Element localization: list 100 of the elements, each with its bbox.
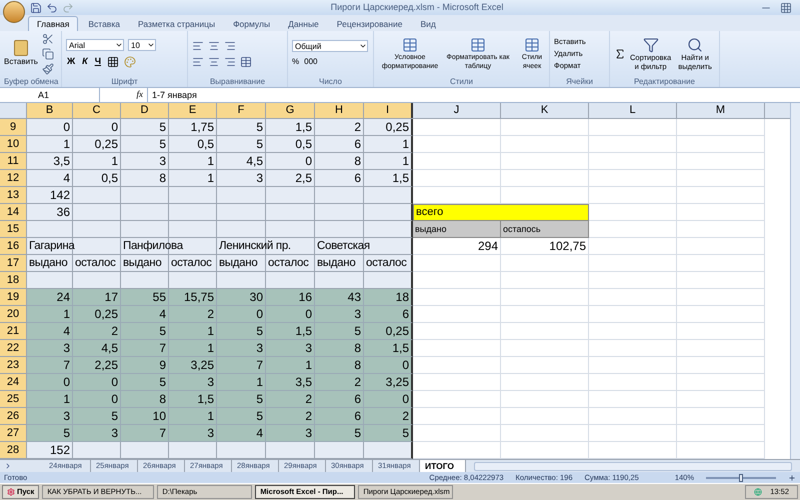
ribbon-tab[interactable]: Вид (412, 17, 444, 31)
group-label: Ячейки (565, 77, 594, 87)
grid-cell: 0,5 (73, 170, 121, 187)
row-header[interactable]: 16 (0, 238, 27, 255)
grid-cell: выдано (413, 221, 501, 238)
name-box[interactable]: A1 (0, 88, 100, 102)
grid-cell: 3 (169, 425, 217, 442)
grid-cell: 1 (27, 391, 73, 408)
grid-cell: 5 (121, 136, 169, 153)
grid-cell: 3 (217, 170, 266, 187)
column-header[interactable]: H (315, 103, 364, 118)
grid-cell: 5 (121, 323, 169, 340)
grid-cell: 8 (121, 170, 169, 187)
save-icon (30, 2, 42, 14)
grid-cell: 2 (315, 374, 364, 391)
ribbon-tab[interactable]: Данные (280, 17, 327, 31)
grid-cell: 6 (315, 391, 364, 408)
row-header[interactable]: 14 (0, 204, 27, 221)
group-label: Выравнивание (208, 77, 266, 87)
row-header[interactable]: 12 (0, 170, 27, 187)
grid-cell: 8 (315, 357, 364, 374)
sheet-nav-icon[interactable] (4, 462, 12, 470)
row-header[interactable]: 9 (0, 119, 27, 136)
column-header[interactable]: F (217, 103, 266, 118)
row-header[interactable]: 21 (0, 323, 27, 340)
grid-cell: 294 (413, 238, 501, 255)
number-format-field[interactable]: Общий (292, 40, 368, 52)
row-header[interactable]: 25 (0, 391, 27, 408)
grid-cell: 1 (27, 306, 73, 323)
ribbon-tab[interactable]: Главная (28, 16, 78, 31)
row-header[interactable]: 24 (0, 374, 27, 391)
grid-cell (217, 204, 266, 221)
align-right-icon (224, 56, 236, 68)
formula-field[interactable]: 1-7 января (147, 88, 800, 102)
grid-text: выдано (219, 256, 258, 271)
font-style-button[interactable]: Ж (66, 55, 76, 69)
column-header[interactable]: D (121, 103, 169, 118)
row-header[interactable]: 18 (0, 272, 27, 289)
zoom-in-icon[interactable] (788, 474, 796, 482)
grid-cell: 8 (121, 391, 169, 408)
grid-cell: 4 (27, 323, 73, 340)
grid-cell: 5 (73, 408, 121, 425)
row-header[interactable]: 10 (0, 136, 27, 153)
horizontal-scrollbar[interactable] (474, 462, 792, 470)
column-header[interactable]: G (266, 103, 315, 118)
grid-cell: 9 (121, 357, 169, 374)
grid-text: Ленинский пр. (219, 239, 291, 254)
row-header[interactable]: 26 (0, 408, 27, 425)
grid-cell (315, 187, 364, 204)
row-header[interactable]: 22 (0, 340, 27, 357)
ribbon-tab[interactable]: Рецензирование (328, 17, 410, 31)
grid-cell: 3 (27, 408, 73, 425)
group-label: Шрифт (110, 77, 139, 87)
row-header[interactable]: 27 (0, 425, 27, 442)
group-label: Стили (448, 77, 474, 87)
brush-icon (42, 63, 54, 75)
row-header[interactable]: 15 (0, 221, 27, 238)
copy-icon (42, 48, 54, 60)
vertical-scrollbar[interactable] (790, 103, 800, 459)
grid-cell: 0,5 (169, 136, 217, 153)
grid-cell: 0,25 (364, 119, 413, 136)
font-style-button[interactable]: Ч (94, 55, 102, 69)
row-header[interactable]: 19 (0, 289, 27, 306)
zoom-slider-thumb[interactable] (739, 474, 743, 482)
row-header[interactable]: 13 (0, 187, 27, 204)
office-button[interactable] (3, 1, 25, 23)
grid-cell: 0 (217, 306, 266, 323)
paste-button[interactable]: Вставить (4, 40, 38, 68)
row-header[interactable]: 11 (0, 153, 27, 170)
font-name-field[interactable]: Arial (66, 39, 124, 52)
grid-cell: 3 (169, 374, 217, 391)
ribbon-tab[interactable]: Разметка страницы (130, 17, 224, 31)
column-header[interactable]: E (169, 103, 217, 118)
column-header[interactable]: I (364, 103, 413, 118)
percent-button[interactable]: % (292, 56, 300, 68)
row-header[interactable]: 20 (0, 306, 27, 323)
grid-cell: 1 (364, 136, 413, 153)
function-button[interactable]: fx (100, 88, 147, 102)
grid-cell: 7 (27, 357, 73, 374)
grid-text: осталос (171, 256, 212, 271)
grid-cell: 15,75 (169, 289, 217, 306)
thousands-button[interactable]: 000 (304, 56, 318, 68)
sheet-tab[interactable]: ИТОГО (420, 460, 466, 472)
column-header[interactable]: C (73, 103, 121, 118)
grid-cell: 152 (27, 442, 73, 459)
grid-text: Гагарина (29, 239, 74, 254)
grid-cell: 1 (169, 340, 217, 357)
column-header[interactable]: B (27, 103, 73, 118)
grid-text: Советская (317, 239, 370, 254)
font-style-button[interactable]: К (81, 55, 89, 69)
row-header[interactable]: 28 (0, 442, 27, 459)
ribbon-tab[interactable]: Вставка (80, 17, 128, 31)
grid-text: выдано (123, 256, 162, 271)
grid-text: осталос (75, 256, 116, 271)
row-header[interactable]: 23 (0, 357, 27, 374)
ribbon-tab[interactable]: Формулы (225, 17, 278, 31)
grid-cell: 0,25 (364, 323, 413, 340)
row-header[interactable]: 17 (0, 255, 27, 272)
grid-cell: 2 (315, 119, 364, 136)
font-size-field[interactable]: 10 (128, 39, 156, 52)
